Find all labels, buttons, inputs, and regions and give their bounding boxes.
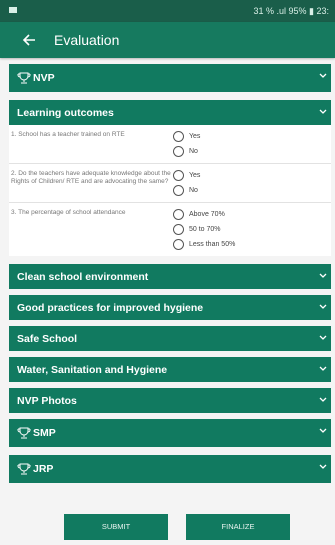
- status-bar: 31 % .ul 95% ▮ 23:: [0, 0, 335, 22]
- submit-button[interactable]: SUBMIT: [64, 514, 168, 540]
- section-smp-label: SMP: [33, 427, 56, 439]
- trophy-icon: [17, 427, 31, 439]
- chevron-down-icon: [319, 273, 327, 278]
- question-row: 2. Do the teachers have adequate knowled…: [9, 164, 331, 203]
- section-smp[interactable]: SMP: [9, 419, 331, 447]
- section-label: Good practices for improved hygiene: [17, 301, 204, 314]
- section-jrp-label: JRP: [33, 463, 54, 475]
- section-nvp-label: NVP: [33, 72, 55, 84]
- option-less-than-50[interactable]: Less than 50%: [173, 237, 235, 252]
- section-label: Safe School: [17, 332, 78, 345]
- back-arrow-icon[interactable]: [20, 31, 38, 49]
- question-text: 1. School has a teacher trained on RTE: [11, 131, 125, 138]
- section-hygiene[interactable]: Good practices for improved hygiene: [9, 295, 331, 320]
- question-text: 2. Do the teachers have adequate knowled…: [11, 170, 171, 185]
- option-label: Yes: [189, 133, 201, 140]
- chevron-down-icon: [319, 366, 327, 371]
- section-label: Water, Sanitation and Hygiene: [17, 363, 168, 376]
- section-clean-school[interactable]: Clean school environment: [9, 264, 331, 289]
- chevron-down-icon: [319, 428, 327, 433]
- status-icons-text: 31 % .ul 95% ▮ 23:: [253, 6, 330, 16]
- section-nvp-photos[interactable]: NVP Photos: [9, 388, 331, 413]
- radio-button[interactable]: [173, 146, 184, 157]
- radio-button[interactable]: [173, 185, 184, 196]
- chevron-down-icon: [319, 397, 327, 402]
- chevron-down-icon: [319, 464, 327, 469]
- option-label: Less than 50%: [189, 241, 236, 248]
- section-nvp[interactable]: NVP: [9, 64, 331, 92]
- radio-button[interactable]: [173, 239, 184, 250]
- option-50-to-70[interactable]: 50 to 70%: [173, 222, 235, 237]
- section-wash[interactable]: Water, Sanitation and Hygiene: [9, 357, 331, 382]
- radio-button[interactable]: [173, 209, 184, 220]
- section-learning-outcomes[interactable]: Learning outcomes: [9, 100, 331, 125]
- section-label: NVP Photos: [17, 394, 77, 407]
- trophy-icon: [17, 463, 31, 475]
- evaluation-content: NVP Learning outcomes 1. School has a te…: [9, 64, 331, 491]
- option-above-70[interactable]: Above 70%: [173, 207, 235, 222]
- learning-questions: 1. School has a teacher trained on RTE Y…: [9, 125, 331, 256]
- app-bar: Evaluation: [0, 22, 335, 58]
- option-no[interactable]: No: [173, 144, 200, 159]
- question-row: 1. School has a teacher trained on RTE Y…: [9, 125, 331, 164]
- radio-button[interactable]: [173, 224, 184, 235]
- chevron-down-icon: [319, 335, 327, 340]
- question-row: 3. The percentage of school attendance A…: [9, 203, 331, 256]
- option-label: No: [189, 148, 198, 155]
- finalize-button[interactable]: FINALIZE: [186, 514, 290, 540]
- section-label: Clean school environment: [17, 270, 149, 283]
- chevron-down-icon: [319, 304, 327, 309]
- option-label: 50 to 70%: [189, 226, 221, 233]
- question-text: 3. The percentage of school attendance: [11, 209, 126, 216]
- section-learning-label: Learning outcomes: [17, 106, 114, 119]
- option-label: Yes: [189, 172, 201, 179]
- radio-button[interactable]: [173, 131, 184, 142]
- option-yes[interactable]: Yes: [173, 129, 200, 144]
- trophy-icon: [17, 72, 31, 84]
- page-title: Evaluation: [54, 32, 120, 48]
- section-jrp[interactable]: JRP: [9, 455, 331, 483]
- notification-icon: [9, 7, 17, 13]
- option-yes[interactable]: Yes: [173, 168, 200, 183]
- section-safe-school[interactable]: Safe School: [9, 326, 331, 351]
- option-no[interactable]: No: [173, 183, 200, 198]
- chevron-down-icon: [319, 109, 327, 114]
- option-label: No: [189, 187, 198, 194]
- chevron-down-icon: [319, 73, 327, 78]
- radio-button[interactable]: [173, 170, 184, 181]
- option-label: Above 70%: [189, 211, 225, 218]
